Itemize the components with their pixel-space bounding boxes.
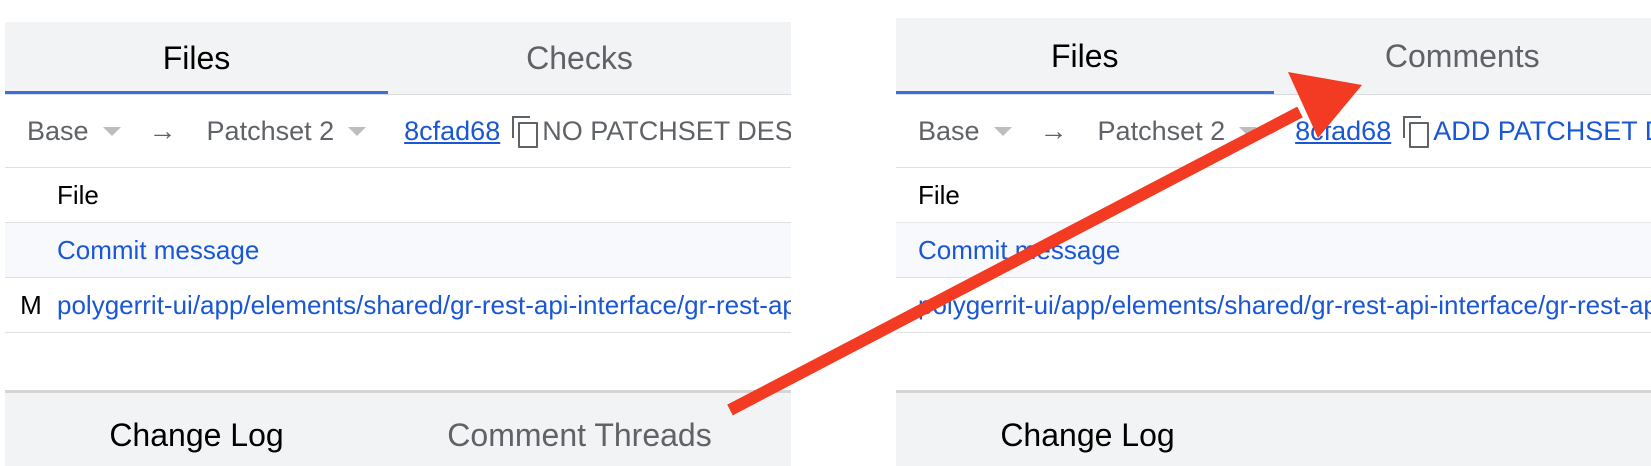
tab-checks[interactable]: Checks xyxy=(388,22,771,94)
tab-change-log[interactable]: Change Log xyxy=(896,393,1279,466)
base-dropdown[interactable]: Base xyxy=(27,116,121,147)
arrow-right-icon: → xyxy=(1039,115,1068,146)
file-table-header: File xyxy=(5,168,791,223)
table-row: Commit message xyxy=(5,223,791,278)
file-tabs: Files Comments xyxy=(896,18,1651,94)
patchset-bar: Base → Patchset 2 8cfad68 NO PATCHSET DE… xyxy=(5,95,791,168)
left-panel: Files Checks Base → Patchset 2 8cfad68 N… xyxy=(5,0,791,466)
base-label: Base xyxy=(918,115,980,146)
file-table-header: File xyxy=(896,168,1651,223)
file-status: M xyxy=(20,289,42,320)
commit-link[interactable]: 8cfad68 xyxy=(404,116,500,147)
tab-files[interactable]: Files xyxy=(5,22,388,94)
table-row: M polygerrit-ui/app/elements/shared/gr-r… xyxy=(5,278,791,333)
tab-change-log[interactable]: Change Log xyxy=(5,393,388,466)
tab-comment-threads[interactable]: Comment Threads xyxy=(388,393,771,466)
patchset-dropdown[interactable]: Patchset 2 xyxy=(207,116,367,147)
table-row: Commit message xyxy=(896,223,1651,278)
chevron-down-icon xyxy=(348,126,367,136)
bottom-tabs: Change Log Comment Threads xyxy=(5,393,791,466)
file-column-header: File xyxy=(57,179,99,210)
base-label: Base xyxy=(27,115,89,146)
tab-comments[interactable]: Comments xyxy=(1274,18,1651,94)
file-column-header: File xyxy=(918,179,960,210)
file-tabs: Files Checks xyxy=(5,22,791,94)
table-row: polygerrit-ui/app/elements/shared/gr-res… xyxy=(896,278,1651,333)
commit-message-link[interactable]: Commit message xyxy=(918,235,1120,266)
patchset-label: Patchset 2 xyxy=(1097,115,1226,146)
file-path-link[interactable]: polygerrit-ui/app/elements/shared/gr-res… xyxy=(918,290,1651,321)
bottom-tabs: Change Log xyxy=(896,393,1651,466)
tab-files[interactable]: Files xyxy=(896,18,1274,94)
patchset-label: Patchset 2 xyxy=(206,115,335,146)
file-path-link[interactable]: polygerrit-ui/app/elements/shared/gr-res… xyxy=(57,290,791,321)
commit-message-link[interactable]: Commit message xyxy=(57,235,259,266)
base-dropdown[interactable]: Base xyxy=(918,116,1012,147)
patchset-description: NO PATCHSET DESCRIPTION xyxy=(542,115,791,146)
right-panel: Files Comments Base → Patchset 2 8cfad68… xyxy=(896,0,1651,466)
patchset-dropdown[interactable]: Patchset 2 xyxy=(1098,116,1258,147)
patchset-bar: Base → Patchset 2 8cfad68 ADD PATCHSET D… xyxy=(896,95,1651,168)
arrow-right-icon: → xyxy=(148,115,177,146)
chevron-down-icon xyxy=(993,126,1012,136)
chevron-down-icon xyxy=(1239,126,1258,136)
chevron-down-icon xyxy=(102,126,121,136)
commit-link[interactable]: 8cfad68 xyxy=(1295,116,1391,147)
add-patchset-description-button[interactable]: ADD PATCHSET DESCRIPTION xyxy=(1433,116,1651,147)
